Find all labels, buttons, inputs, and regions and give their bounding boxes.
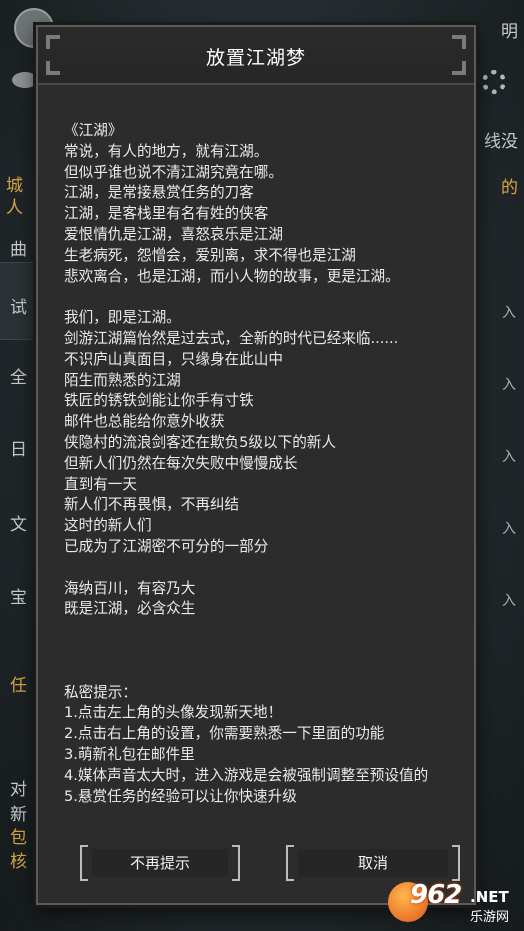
dialog-text-line: 陌生而熟悉的江湖 (64, 371, 181, 389)
dialog-text-line: 铁匠的锈铁剑能让你手有寸铁 (64, 392, 254, 410)
dialog-text-line: 爱恨情仇是江湖，喜怒哀乐是江湖 (64, 225, 283, 243)
dialog-text-line: 新人们不再畏惧，不再纠结 (64, 496, 240, 514)
dialog-text-line: 私密提示： (64, 683, 137, 701)
bg-left-char: 日 (10, 440, 27, 460)
bg-left-char: 试 (10, 298, 27, 318)
dialog-text-line: 生老病死，怨憎会，爱别离，求不得也是江湖 (64, 246, 356, 264)
dialog-text-line: 3.萌新礼包在邮件里 (64, 745, 195, 763)
gear-icon (482, 70, 506, 94)
dialog-text-line: 侠隐村的流浪剑客还在欺负5级以下的新人 (64, 433, 336, 451)
bg-left-char: 曲 (10, 240, 27, 260)
bg-left-char: 包 (10, 828, 27, 848)
bg-entry-arrow: 入 (502, 449, 516, 465)
dialog-text-line: 但似乎谁也说不清江湖究竟在哪。 (64, 163, 283, 181)
dialog-text-line: 海纳百川，有容乃大 (64, 579, 196, 597)
bracket-right (232, 845, 240, 881)
eye-icon (12, 72, 38, 88)
dialog-text-line: 已成为了江湖密不可分的一部分 (64, 537, 269, 555)
bg-left-char: 新 (10, 805, 27, 825)
dialog-text-line: 直到有一天 (64, 475, 137, 493)
bg-left-char: 宝 (10, 588, 27, 608)
bg-left-char: 任 (10, 676, 27, 696)
dialog-text-line: 2.点击右上角的设置，你需要熟悉一下里面的功能 (64, 725, 385, 743)
dialog-text-line: 江湖，是客栈里有名有姓的侠客 (64, 205, 269, 223)
dialog-text-line: 1.点击左上角的头像发现新天地！ (64, 704, 283, 722)
dialog-text-line: 这时的新人们 (64, 517, 152, 535)
watermark-net: .NET (470, 888, 509, 906)
cancel-label: 取消 (298, 849, 448, 877)
intro-dialog: 放置江湖梦 《江湖》常说，有人的地方，就有江湖。 但似乎谁也说不清江湖究竟在哪。江… (36, 25, 476, 905)
dialog-title: 放置江湖梦 (205, 47, 306, 69)
dialog-text-line: 既是江湖，必含众生 (64, 600, 196, 618)
watermark-subtitle: 乐游网 (470, 910, 510, 925)
dialog-text-line: 邮件也总能给你意外收获 (64, 413, 225, 431)
bg-left-char: 全 (10, 368, 27, 388)
dialog-text-line: 5.悬赏任务的经验可以让你快速升级 (64, 787, 297, 805)
dialog-body-text: 《江湖》常说，有人的地方，就有江湖。 但似乎谁也说不清江湖究竟在哪。 江湖，是常接悬… (64, 121, 462, 807)
dialog-text-line: 江湖，是常接悬赏任务的刀客 (64, 184, 254, 202)
dialog-text-line: 但新人们仍然在每次失败中慢慢成长 (64, 454, 298, 472)
dont-show-again-label: 不再提示 (92, 849, 228, 877)
bracket-left (80, 845, 88, 881)
dialog-text-line: 常说，有人的地方，就有江湖。 (64, 142, 269, 160)
bracket-right (452, 845, 460, 881)
dialog-text-line: 不识庐山真面目，只缘身在此山中 (64, 350, 283, 368)
watermark-brand: 962 (410, 880, 462, 910)
dialog-text-line: 4.媒体声音太大时，进入游戏是会被强制调整至预设值的 (64, 766, 429, 784)
bg-left-label: 人 (6, 198, 23, 218)
bg-left-label: 城 (6, 176, 23, 196)
bg-left-char: 文 (10, 515, 27, 535)
cancel-button[interactable]: 取消 (286, 845, 460, 881)
dialog-text-line: 《江湖》 (64, 122, 123, 139)
bg-entry-arrow: 入 (502, 305, 516, 321)
bg-left-char: 核 (10, 852, 27, 872)
site-watermark: 962 .NET 乐游网 (388, 878, 518, 925)
bg-right-label: 线没 (484, 132, 518, 152)
bg-right-label: 明 (501, 22, 518, 42)
bg-right-label: 的 (501, 178, 518, 198)
dialog-header: 放置江湖梦 (38, 27, 474, 85)
bg-left-char: 对 (10, 780, 27, 800)
dialog-text-line: 我们，即是江湖。 (64, 309, 181, 327)
bg-entry-arrow: 入 (502, 593, 516, 609)
dont-show-again-button[interactable]: 不再提示 (80, 845, 240, 881)
bracket-left (286, 845, 294, 881)
bg-entry-arrow: 入 (502, 377, 516, 393)
dialog-text-line: 悲欢离合，也是江湖，而小人物的故事，更是江湖。 (64, 267, 400, 285)
bg-entry-arrow: 入 (502, 521, 516, 537)
dialog-text-line: 剑游江湖篇怡然是过去式，全新的时代已经来临...... (64, 329, 399, 347)
